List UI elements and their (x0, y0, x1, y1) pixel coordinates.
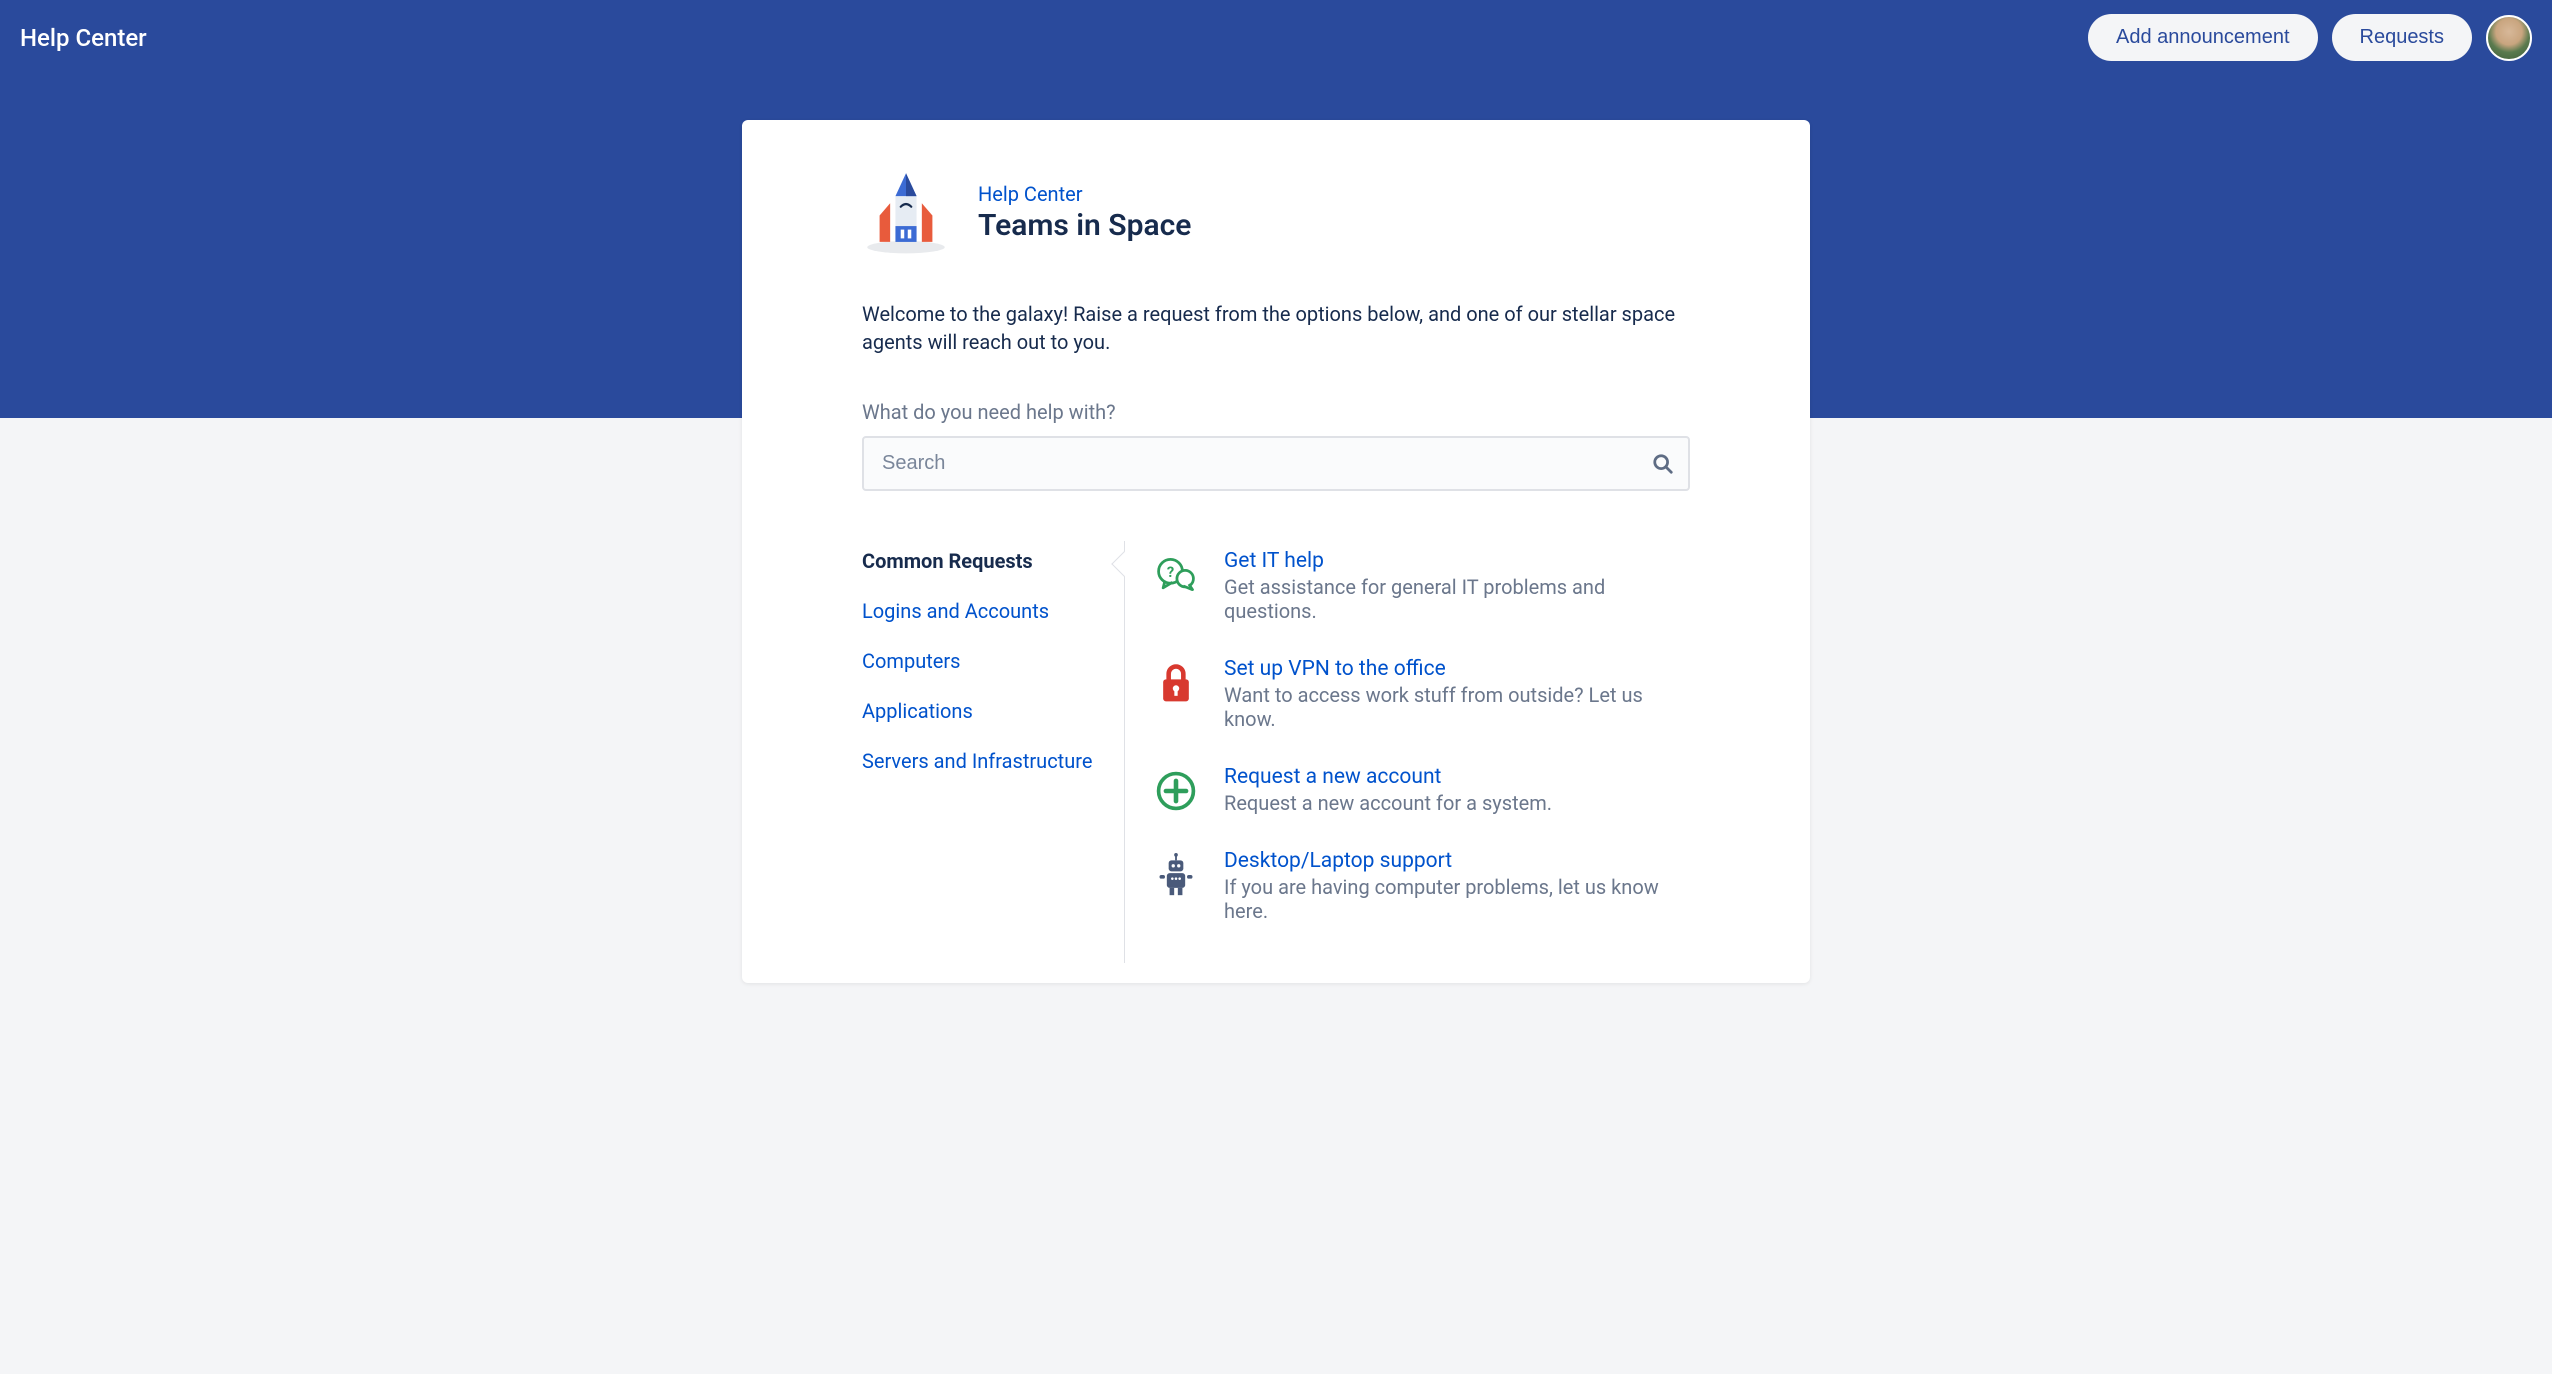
content-row: Common Requests Logins and Accounts Comput… (862, 549, 1690, 923)
request-desc: If you are having computer problems, let… (1224, 875, 1690, 923)
project-header: Help Center Teams in Space (862, 168, 1690, 256)
lock-icon (1154, 661, 1198, 705)
banner: Help Center Add announcement Requests (0, 0, 2552, 418)
category-item-common-requests: Common Requests (862, 549, 1106, 573)
request-desc: Get assistance for general IT problems a… (1224, 575, 1690, 623)
divider-line (1124, 541, 1125, 963)
help-center-title: Help Center (20, 24, 147, 52)
welcome-text: Welcome to the galaxy! Raise a request f… (862, 300, 1690, 356)
svg-text:?: ? (1167, 563, 1174, 581)
main-card: Help Center Teams in Space Welcome to th… (742, 120, 1810, 983)
breadcrumb-title: Help Center Teams in Space (978, 182, 1191, 243)
topbar: Help Center Add announcement Requests (0, 0, 2552, 61)
plus-icon (1154, 769, 1198, 813)
chat-icon: ? (1154, 553, 1198, 597)
robot-icon (1154, 853, 1198, 897)
request-text: Request a new accountRequest a new accou… (1224, 765, 1552, 815)
category-list: Common Requests Logins and Accounts Comput… (862, 549, 1106, 923)
search-label: What do you need help with? (862, 400, 1690, 424)
topbar-actions: Add announcement Requests (2088, 14, 2532, 61)
request-text: Set up VPN to the officeWant to access w… (1224, 657, 1690, 731)
search-input[interactable] (862, 436, 1690, 491)
project-title: Teams in Space (978, 208, 1191, 243)
request-title-link[interactable]: Set up VPN to the office (1224, 657, 1446, 681)
request-title-link[interactable]: Desktop/Laptop support (1224, 849, 1452, 873)
request-desc: Want to access work stuff from outside? … (1224, 683, 1690, 731)
search-box (862, 436, 1690, 491)
category-item-applications[interactable]: Applications (862, 699, 1106, 723)
add-announcement-button[interactable]: Add announcement (2088, 14, 2317, 61)
request-text: Desktop/Laptop supportIf you are having … (1224, 849, 1690, 923)
category-item-computers[interactable]: Computers (862, 649, 1106, 673)
avatar[interactable] (2486, 15, 2532, 61)
breadcrumb-link[interactable]: Help Center (978, 182, 1083, 206)
requests-button[interactable]: Requests (2332, 14, 2473, 61)
request-desc: Request a new account for a system. (1224, 791, 1552, 815)
request-title-link[interactable]: Request a new account (1224, 765, 1441, 789)
rocket-icon (862, 168, 950, 256)
request-text: Get IT helpGet assistance for general IT… (1224, 549, 1690, 623)
category-item-logins-and-accounts[interactable]: Logins and Accounts (862, 599, 1106, 623)
request-title-link[interactable]: Get IT help (1224, 549, 1324, 573)
divider (1106, 549, 1142, 923)
divider-notch (1111, 551, 1136, 576)
category-item-servers-and-infrastructure[interactable]: Servers and Infrastructure (862, 749, 1106, 773)
request-item: Desktop/Laptop supportIf you are having … (1154, 849, 1690, 923)
search-icon[interactable] (1652, 453, 1674, 475)
request-list: ? Get IT helpGet assistance for general I… (1142, 549, 1690, 923)
request-item: Set up VPN to the officeWant to access w… (1154, 657, 1690, 731)
request-item: ? Get IT helpGet assistance for general I… (1154, 549, 1690, 623)
request-item: Request a new accountRequest a new accou… (1154, 765, 1690, 815)
